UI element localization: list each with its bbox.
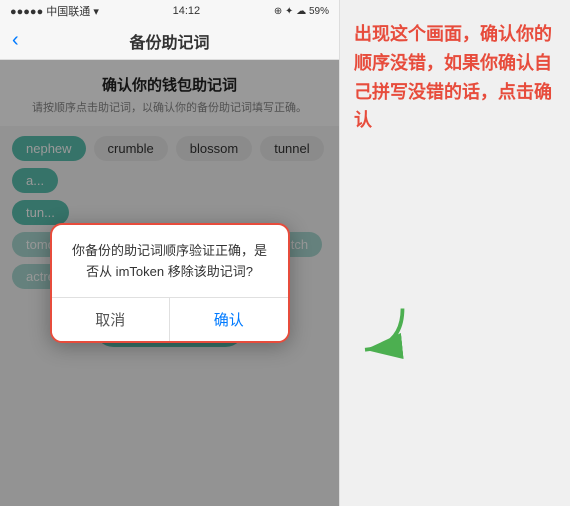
dialog-buttons: 取消 确认 — [52, 297, 288, 341]
dialog-body: 你备份的助记词顺序验证正确，是否从 imToken 移除该助记词? — [52, 225, 288, 297]
nav-bar: ‹ 备份助记词 — [0, 22, 339, 60]
status-left: ●●●●● 中国联通 ▾ — [10, 3, 99, 19]
signal-icon: ●●●●● 中国联通 ▾ — [10, 3, 99, 19]
dialog-overlay: 你备份的助记词顺序验证正确，是否从 imToken 移除该助记词? 取消 确认 — [0, 60, 339, 506]
dialog-confirm-button[interactable]: 确认 — [170, 298, 288, 341]
battery-icon: ⊕ ✦ ☁ 59% — [274, 6, 329, 17]
arrow-icon — [350, 301, 410, 361]
status-time: 14:12 — [173, 5, 201, 17]
arrow-container — [350, 301, 410, 366]
nav-title: 备份助记词 — [129, 29, 209, 53]
annotation-area: 出现这个画面，确认你的顺序没错，如果你确认自己拼写没错的话，点击确认 — [340, 0, 570, 506]
status-bar: ●●●●● 中国联通 ▾ 14:12 ⊕ ✦ ☁ 59% — [0, 0, 339, 22]
status-right: ⊕ ✦ ☁ 59% — [274, 6, 329, 17]
annotation-text: 出现这个画面，确认你的顺序没错，如果你确认自己拼写没错的话，点击确认 — [354, 20, 556, 135]
dialog-message: 你备份的助记词顺序验证正确，是否从 imToken 移除该助记词? — [70, 241, 270, 283]
dialog-cancel-button[interactable]: 取消 — [52, 298, 171, 341]
back-button[interactable]: ‹ — [12, 29, 19, 52]
page-content: 确认你的钱包助记词 请按顺序点击助记词，以确认你的备份助记词填写正确。 neph… — [0, 60, 339, 506]
dialog-box: 你备份的助记词顺序验证正确，是否从 imToken 移除该助记词? 取消 确认 — [50, 223, 290, 343]
phone-mockup: ●●●●● 中国联通 ▾ 14:12 ⊕ ✦ ☁ 59% ‹ 备份助记词 确认你… — [0, 0, 340, 506]
